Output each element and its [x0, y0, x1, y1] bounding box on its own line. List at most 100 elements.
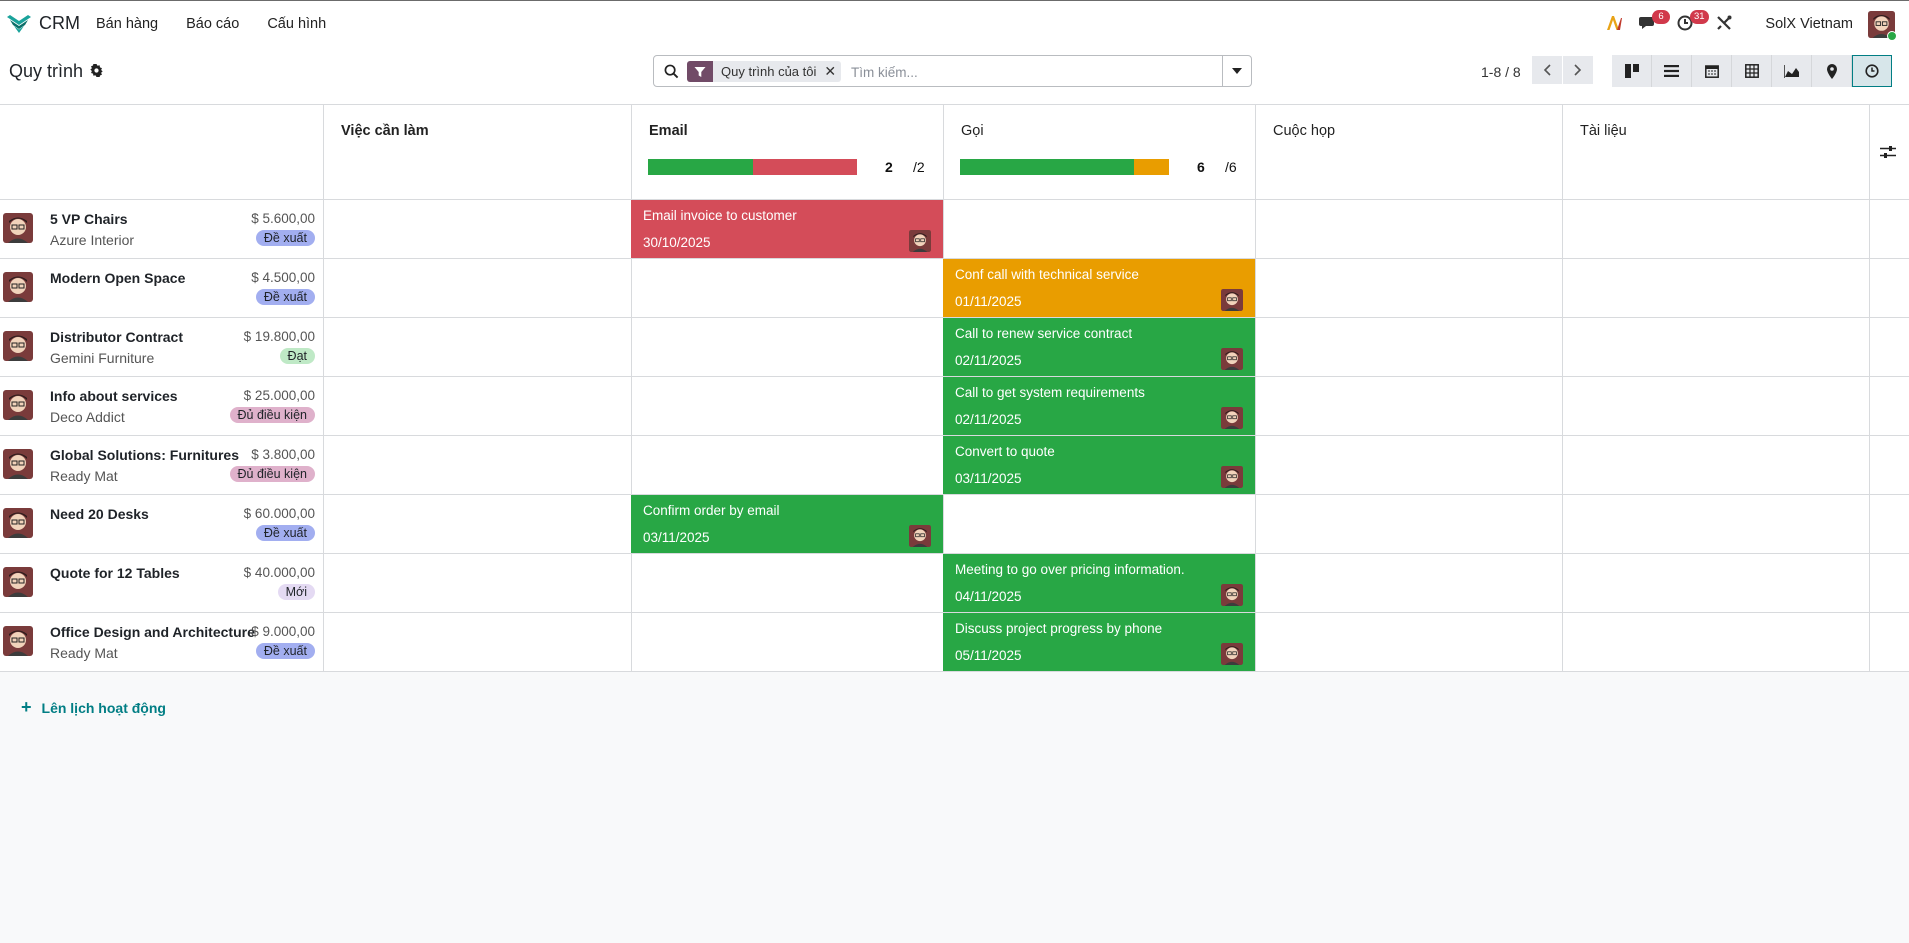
progress-bar-call[interactable]	[960, 159, 1169, 175]
activity-cell[interactable]	[1255, 318, 1562, 376]
activity-card[interactable]: Email invoice to customer 30/10/2025	[631, 200, 943, 258]
facet-remove-icon[interactable]: ✕	[824, 63, 841, 80]
view-pivot-button[interactable]	[1732, 55, 1772, 87]
activity-cell[interactable]	[1562, 377, 1869, 435]
activity-cell[interactable]	[631, 318, 943, 376]
record-name: Need 20 Desks	[50, 506, 149, 522]
record-name: Distributor Contract	[50, 329, 183, 345]
activity-cell[interactable]	[1562, 318, 1869, 376]
activity-cell[interactable]	[1869, 554, 1909, 612]
activity-cell[interactable]	[1562, 613, 1869, 671]
view-activity-button[interactable]	[1852, 55, 1892, 87]
activity-cell[interactable]	[1562, 259, 1869, 317]
activity-cell[interactable]	[1869, 377, 1909, 435]
activity-card[interactable]: Call to renew service contract 02/11/202…	[943, 318, 1255, 376]
activity-cell[interactable]	[1869, 259, 1909, 317]
messages-icon[interactable]: 6	[1639, 10, 1670, 37]
activity-card[interactable]: Conf call with technical service 01/11/2…	[943, 259, 1255, 317]
activity-cell[interactable]	[1255, 436, 1562, 494]
record-info[interactable]: Global Solutions: Furnitures Ready Mat $…	[0, 436, 323, 494]
activity-cell[interactable]	[1255, 259, 1562, 317]
activity-cell[interactable]	[323, 200, 631, 258]
activity-cell[interactable]	[1255, 377, 1562, 435]
record-info[interactable]: Distributor Contract Gemini Furniture $ …	[0, 318, 323, 376]
activity-cell[interactable]	[631, 436, 943, 494]
app-brand[interactable]: CRM	[6, 13, 80, 34]
assignee-avatar-image	[1221, 348, 1243, 370]
view-kanban-button[interactable]	[1612, 55, 1652, 87]
menu-item-reporting[interactable]: Báo cáo	[186, 16, 239, 32]
owner-avatar-image	[3, 272, 33, 302]
activity-cell[interactable]	[1255, 495, 1562, 553]
view-graph-button[interactable]	[1772, 55, 1812, 87]
view-map-button[interactable]	[1812, 55, 1852, 87]
progress-segment[interactable]	[752, 159, 857, 175]
schedule-activity-button[interactable]: + Lên lịch hoạt động	[21, 697, 166, 718]
activity-cell[interactable]	[1562, 554, 1869, 612]
activity-cell[interactable]	[323, 554, 631, 612]
pager-next-button[interactable]	[1563, 56, 1593, 84]
activity-cell[interactable]	[1562, 495, 1869, 553]
gear-icon[interactable]	[90, 61, 103, 82]
activity-date: 03/11/2025	[643, 530, 710, 545]
company-switcher[interactable]: SolX Vietnam	[1765, 16, 1853, 32]
activity-card[interactable]: Call to get system requirements 02/11/20…	[943, 377, 1255, 435]
activity-cell[interactable]	[1255, 554, 1562, 612]
activity-cell[interactable]	[1255, 200, 1562, 258]
sliders-icon[interactable]	[1880, 145, 1896, 164]
record-stage-badge: Đề xuất	[255, 525, 315, 541]
activity-cell[interactable]	[1562, 200, 1869, 258]
view-list-button[interactable]	[1652, 55, 1692, 87]
activity-cell[interactable]	[323, 377, 631, 435]
search-icon[interactable]	[664, 64, 679, 84]
record-info[interactable]: Office Design and Architecture Ready Mat…	[0, 613, 323, 671]
pager-previous-button[interactable]	[1532, 56, 1562, 84]
activity-cell[interactable]	[631, 613, 943, 671]
activities-icon[interactable]: 31	[1677, 10, 1709, 37]
record-info[interactable]: Modern Open Space $ 4.500,00 Đề xuất	[0, 259, 323, 317]
search-input[interactable]	[849, 61, 1203, 83]
search-options-toggle[interactable]	[1222, 56, 1251, 86]
activity-title: Confirm order by email	[643, 503, 780, 518]
activity-cell[interactable]	[631, 377, 943, 435]
progress-segment[interactable]	[1134, 159, 1169, 175]
activity-card[interactable]: Confirm order by email 03/11/2025	[631, 495, 943, 553]
progress-segment[interactable]	[648, 159, 753, 175]
activity-cell[interactable]	[323, 318, 631, 376]
activity-cell[interactable]	[1562, 436, 1869, 494]
activity-cell[interactable]	[943, 495, 1255, 553]
activity-cell[interactable]	[1869, 613, 1909, 671]
ai-icon[interactable]	[1605, 14, 1623, 37]
debug-tools-icon[interactable]	[1715, 14, 1733, 37]
record-stage-badge: Đề xuất	[255, 230, 315, 246]
activity-card[interactable]: Discuss project progress by phone 05/11/…	[943, 613, 1255, 671]
pager-value[interactable]: 1-8 / 8	[1481, 64, 1521, 80]
activity-cell[interactable]	[631, 259, 943, 317]
record-info[interactable]: Need 20 Desks $ 60.000,00 Đề xuất	[0, 495, 323, 553]
activity-title: Meeting to go over pricing information.	[955, 562, 1185, 577]
record-info[interactable]: Quote for 12 Tables $ 40.000,00 Mới	[0, 554, 323, 612]
activity-card[interactable]: Meeting to go over pricing information. …	[943, 554, 1255, 612]
activity-cell[interactable]	[1869, 200, 1909, 258]
record-info[interactable]: Info about services Deco Addict $ 25.000…	[0, 377, 323, 435]
activity-cell[interactable]	[323, 259, 631, 317]
view-calendar-button[interactable]	[1692, 55, 1732, 87]
activity-cell[interactable]	[1255, 613, 1562, 671]
column-total: /2	[913, 159, 925, 175]
menu-item-configuration[interactable]: Cấu hình	[267, 16, 326, 32]
progress-bar-email[interactable]	[648, 159, 857, 175]
activity-card[interactable]: Convert to quote 03/11/2025	[943, 436, 1255, 494]
column-title: Việc cần làm	[341, 123, 429, 139]
record-info[interactable]: 5 VP Chairs Azure Interior $ 5.600,00 Đề…	[0, 200, 323, 258]
activity-cell[interactable]	[1869, 436, 1909, 494]
activity-cell[interactable]	[323, 495, 631, 553]
record-amount: $ 25.000,00	[243, 388, 315, 403]
activity-cell[interactable]	[631, 554, 943, 612]
progress-segment[interactable]	[960, 159, 1134, 175]
activity-cell[interactable]	[1869, 318, 1909, 376]
activity-cell[interactable]	[323, 436, 631, 494]
activity-cell[interactable]	[943, 200, 1255, 258]
menu-item-sales[interactable]: Bán hàng	[96, 16, 158, 32]
activity-cell[interactable]	[1869, 495, 1909, 553]
activity-cell[interactable]	[323, 613, 631, 671]
